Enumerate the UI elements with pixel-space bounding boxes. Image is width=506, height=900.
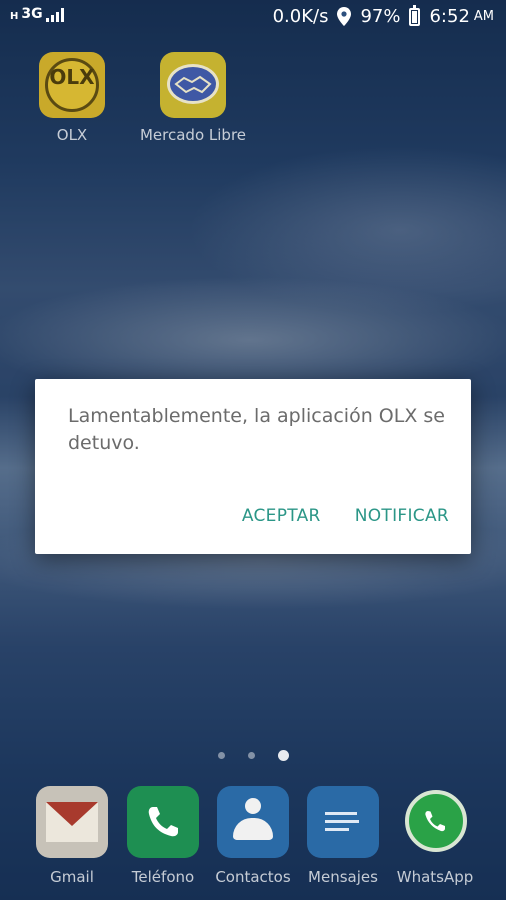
location-icon [337,7,352,26]
status-bar: H 3G 0.0K/s 97% 6:52 AM [0,0,506,36]
app-stopped-dialog: Lamentablemente, la aplicación OLX se de… [35,379,471,554]
dock-app-whatsapp[interactable]: WhatsApp [385,786,485,886]
page-dot-active[interactable] [277,750,289,761]
app-olx[interactable]: OLX OLX [17,52,127,144]
app-mercado-libre[interactable]: Mercado Libre [137,52,249,144]
dock-app-phone[interactable]: Teléfono [113,786,213,886]
battery-percent: 97% [360,6,401,27]
dock-app-messages[interactable]: Mensajes [293,786,393,886]
olx-icon: OLX [39,52,105,118]
dock-label-phone: Teléfono [131,868,195,886]
app-label-mercado-libre: Mercado Libre [139,126,247,144]
notify-button[interactable]: NOTIFICAR [355,506,449,526]
handshake-icon [160,52,226,118]
dock-label-contacts: Contactos [215,868,291,886]
signal-icon [45,6,64,22]
dialog-message: Lamentablemente, la aplicación OLX se de… [68,405,445,454]
page-indicator [0,750,506,761]
network-prefix: H [10,11,19,22]
dock: Gmail Teléfono Contactos Mensajes WhatsA… [0,786,506,900]
olx-logo-text: OLX [49,65,95,89]
messages-icon [307,786,379,858]
app-label-olx: OLX [56,126,88,144]
battery-icon [409,4,421,26]
dock-label-gmail: Gmail [50,868,94,886]
contacts-icon [217,786,289,858]
data-speed: 0.0K/s [272,6,329,27]
dock-label-whatsapp: WhatsApp [396,868,474,886]
accept-button[interactable]: ACEPTAR [242,506,321,526]
whatsapp-icon [399,786,471,858]
dock-app-gmail[interactable]: Gmail [22,786,122,886]
network-indicator: H 3G [10,6,64,22]
dock-app-contacts[interactable]: Contactos [203,786,303,886]
page-dot[interactable] [247,752,255,759]
phone-icon [127,786,199,858]
clock-am-pm: AM [473,9,494,24]
dialog-actions: ACEPTAR NOTIFICAR [242,506,449,526]
gmail-icon [36,786,108,858]
clock-time: 6:52 [429,6,470,27]
dock-label-messages: Mensajes [308,868,378,886]
network-type: 3G [21,6,43,22]
page-dot[interactable] [217,752,225,759]
